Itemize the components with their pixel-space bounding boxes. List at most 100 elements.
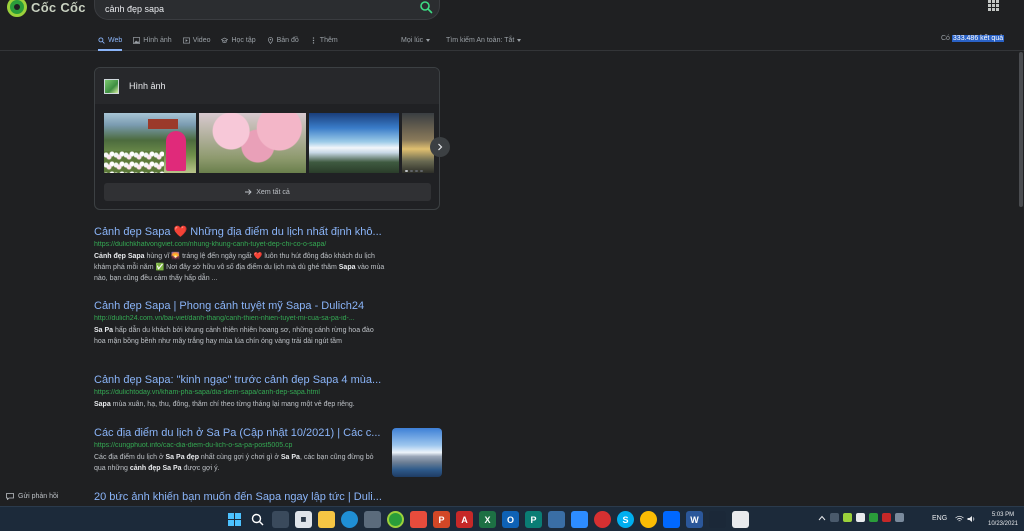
tab-maps[interactable]: Bản đồ (267, 31, 299, 49)
steam-icon[interactable] (709, 511, 726, 528)
safe-search-dropdown[interactable]: Tìm kiếm An toàn: Tắt (446, 31, 522, 49)
app-icon[interactable] (548, 511, 565, 528)
browser-page: Cốc Cốc Web Hình ảnh (0, 0, 1024, 531)
input-language[interactable]: ENG (932, 515, 947, 522)
acrobat-icon[interactable]: A (456, 511, 473, 528)
feedback-button[interactable]: Gửi phản hồi (0, 489, 65, 504)
windows-taskbar: ▦ P A X O P S W ENG 5:03 PM 10/23/2021 (0, 506, 1024, 531)
search-input[interactable] (105, 2, 405, 16)
result-thumbnail[interactable] (392, 428, 442, 477)
search-result: Các địa điểm du lịch ở Sa Pa (Cập nhật 1… (94, 427, 394, 474)
result-url[interactable]: https://dulichtoday.vn/kham-pha-sapa/dia… (94, 389, 394, 396)
result-url[interactable]: https://cungphuot.info/cac-dia-diem-du-l… (94, 442, 394, 449)
map-pin-icon (267, 36, 273, 44)
page-scrollbar-thumb[interactable] (1019, 52, 1023, 207)
images-card-title: Hình ảnh (129, 81, 166, 91)
record-icon[interactable] (594, 511, 611, 528)
coccoc-browser-icon[interactable] (387, 511, 404, 528)
wifi-icon[interactable] (955, 515, 964, 523)
result-snippet: Cảnh đẹp Sapa hùng vĩ 🌄 tráng lệ đến ngâ… (94, 253, 385, 282)
tab-label: Thêm (319, 36, 338, 44)
images-card: Hình ảnh Xem tất cả (94, 67, 440, 210)
outlook-icon[interactable]: O (502, 511, 519, 528)
coccoc-logo-icon (7, 0, 27, 17)
more-vertical-icon (312, 36, 314, 44)
widgets-icon[interactable]: ▦ (295, 511, 312, 528)
tab-images[interactable]: Hình ảnh (133, 31, 172, 49)
taskbar-apps: ▦ P A X O P S W (226, 511, 749, 528)
tab-more[interactable]: Thêm (310, 31, 338, 49)
volume-icon[interactable] (967, 515, 976, 523)
tab-learning[interactable]: Học tập (221, 31, 256, 49)
chrome-icon[interactable] (640, 511, 657, 528)
tray-icon[interactable] (895, 513, 904, 522)
carousel-next-button[interactable] (430, 137, 450, 157)
image-thumbnail[interactable] (402, 113, 434, 173)
search-icon[interactable] (419, 0, 433, 14)
image-carousel (104, 113, 434, 173)
result-title-link[interactable]: Các địa điểm du lịch ở Sa Pa (Cập nhật 1… (94, 427, 394, 439)
skype-icon[interactable]: S (617, 511, 634, 528)
powerpoint-icon[interactable]: P (433, 511, 450, 528)
time-filter-dropdown[interactable]: Mọi lúc (401, 31, 431, 49)
app-icon[interactable] (732, 511, 749, 528)
chevron-down-icon (426, 38, 431, 42)
tray-icon[interactable] (869, 513, 878, 522)
header: Cốc Cốc Web Hình ảnh (0, 0, 1024, 51)
word-icon[interactable]: W (686, 511, 703, 528)
video-icon (182, 37, 190, 43)
chevron-up-icon[interactable] (818, 515, 826, 521)
coccoc-logo[interactable]: Cốc Cốc (7, 0, 86, 17)
clock-time: 5:03 PM (991, 512, 1015, 518)
tray-icon[interactable] (843, 513, 852, 522)
edge-browser-icon[interactable] (341, 511, 358, 528)
file-explorer-icon[interactable] (318, 511, 335, 528)
result-snippet: Sapa mùa xuân, hạ, thu, đông, thăm chí t… (94, 401, 355, 408)
safe-search-label: Tìm kiếm An toàn: Tắt (446, 36, 515, 44)
images-card-header[interactable]: Hình ảnh (95, 68, 439, 104)
tab-label: Hình ảnh (143, 36, 172, 44)
system-tray (818, 513, 904, 522)
excel-icon[interactable]: X (479, 511, 496, 528)
time-filter-label: Mọi lúc (401, 36, 424, 44)
result-title-link[interactable]: Cảnh đẹp Sapa: "kinh ngạc" trước cảnh đẹ… (94, 374, 394, 386)
tab-label: Bản đồ (276, 36, 299, 44)
app-icon[interactable] (410, 511, 427, 528)
zoom-icon[interactable] (571, 511, 588, 528)
search-result: Cảnh đẹp Sapa: "kinh ngạc" trước cảnh đẹ… (94, 374, 394, 410)
tab-web[interactable]: Web (98, 31, 123, 51)
search-icon[interactable] (249, 511, 266, 528)
chevron-right-icon (438, 143, 443, 151)
carousel-dots (405, 170, 423, 172)
image-thumbnail[interactable] (309, 113, 399, 173)
arrow-right-icon (245, 189, 252, 195)
result-title-link[interactable]: Cảnh đẹp Sapa | Phong cảnh tuyệt mỹ Sapa… (94, 300, 394, 312)
tab-label: Web (108, 36, 123, 44)
apps-grid-icon[interactable] (988, 0, 1000, 11)
store-icon[interactable] (364, 511, 381, 528)
taskbar-clock[interactable]: 5:03 PM 10/23/2021 (985, 511, 1021, 529)
windows-start-icon[interactable] (226, 511, 243, 528)
feedback-label: Gửi phản hồi (18, 493, 59, 500)
result-url[interactable]: http://dulich24.com.vn/bai-viet/danh-tha… (94, 315, 394, 322)
chevron-down-icon (517, 38, 522, 42)
result-url[interactable]: https://dulichkhatvongviet.com/nhung-khu… (94, 241, 394, 248)
image-thumbnail[interactable] (104, 113, 196, 173)
result-snippet: Các địa điểm du lịch ở Sa Pa đẹp nhất cù… (94, 454, 374, 472)
tab-video[interactable]: Video (182, 31, 210, 49)
tray-icon[interactable] (882, 513, 891, 522)
result-title-link[interactable]: Cảnh đẹp Sapa ❤️ Những địa điểm du lịch … (94, 225, 394, 238)
result-count: Có 333.486 kết quả (941, 35, 1005, 42)
clock-date: 10/23/2021 (987, 521, 1019, 527)
publisher-icon[interactable]: P (525, 511, 542, 528)
image-thumbnail[interactable] (199, 113, 306, 173)
result-count-prefix: Có (941, 35, 950, 42)
tray-icon[interactable] (856, 513, 865, 522)
tray-icon[interactable] (830, 513, 839, 522)
see-all-images-button[interactable]: Xem tất cả (104, 183, 431, 201)
image-icon (104, 78, 119, 94)
task-view-icon[interactable] (272, 511, 289, 528)
search-box (94, 0, 440, 20)
zalo-icon[interactable] (663, 511, 680, 528)
result-title-link[interactable]: 20 bức ảnh khiến bạn muốn đến Sapa ngay … (94, 491, 394, 503)
